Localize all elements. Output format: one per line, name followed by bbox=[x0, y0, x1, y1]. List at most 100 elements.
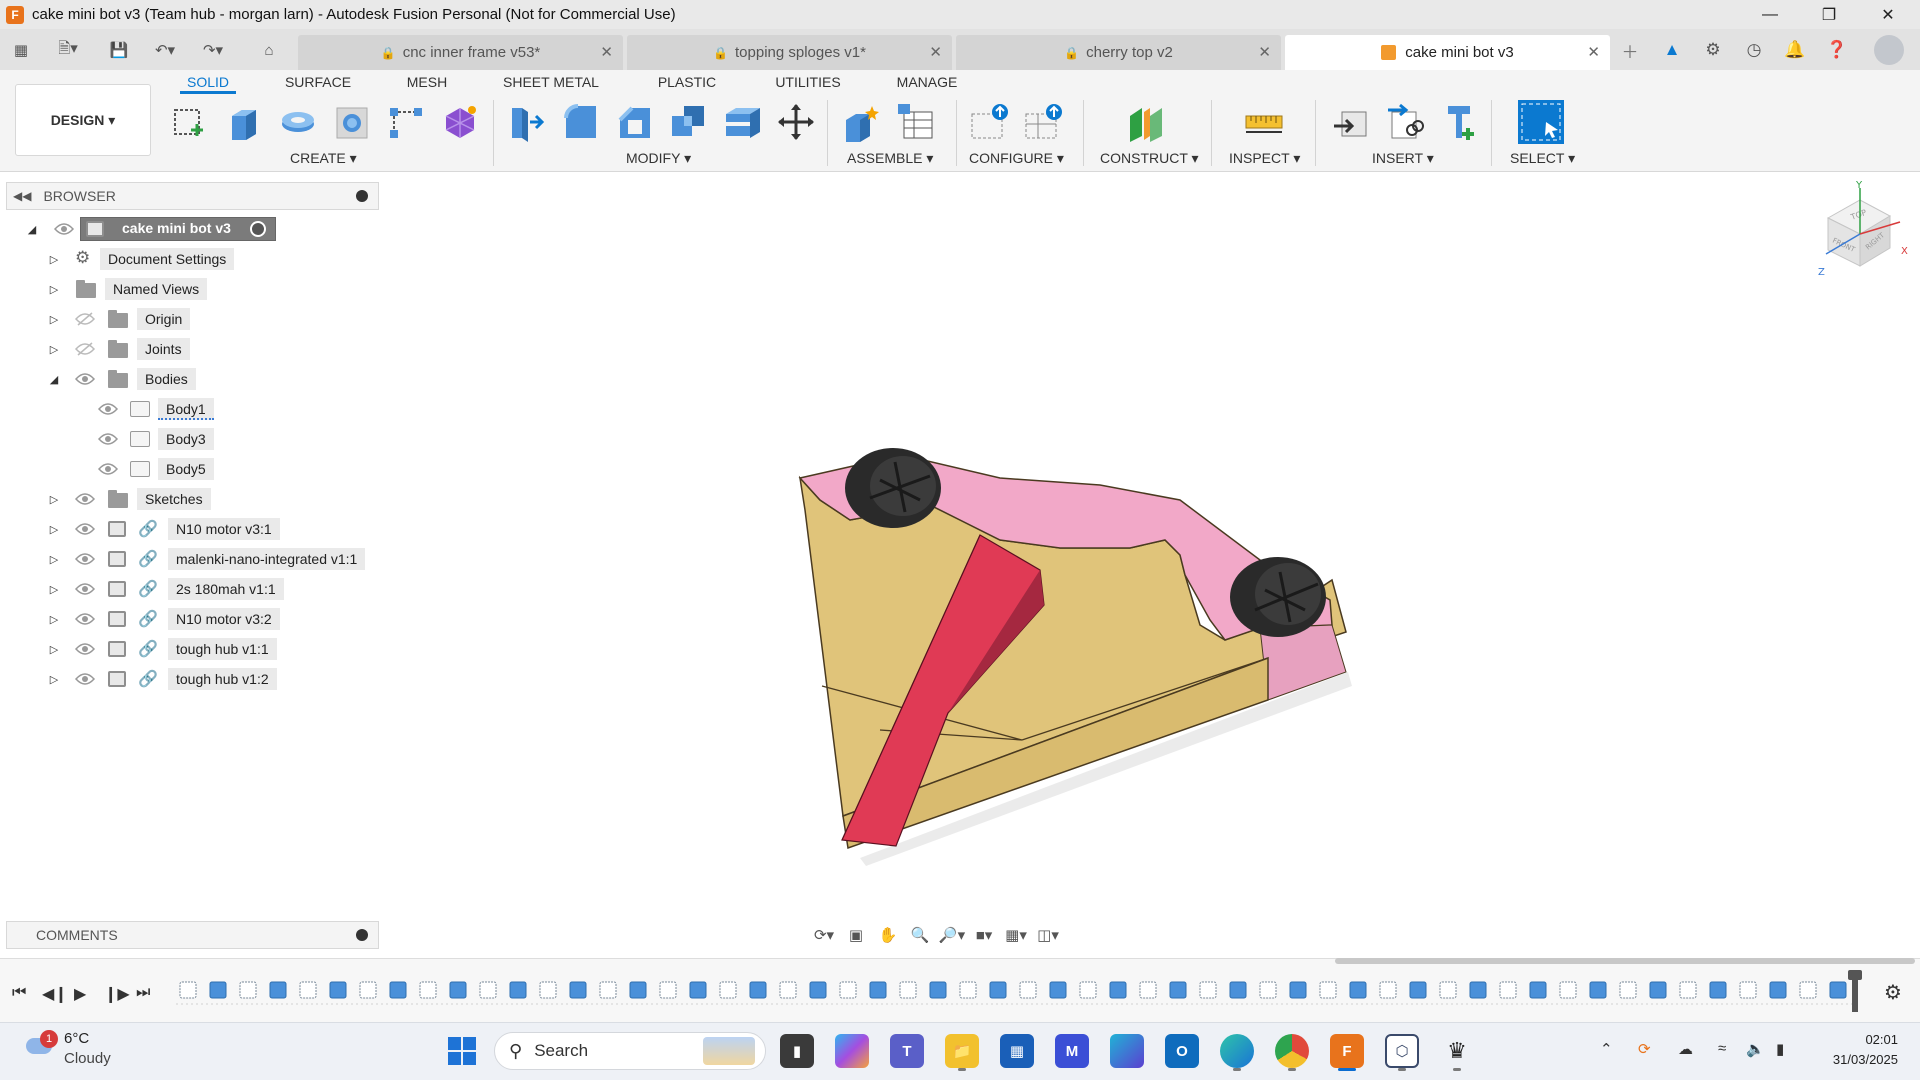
timeline-sketch-feature[interactable] bbox=[359, 981, 377, 999]
taskbar-search[interactable]: ⚲ Search bbox=[494, 1032, 766, 1070]
tab-plastic[interactable]: PLASTIC bbox=[650, 74, 724, 94]
browser-header[interactable]: ◀◀ BROWSER bbox=[6, 182, 379, 210]
browser-item-origin[interactable]: ▷ Origin bbox=[0, 307, 380, 331]
battery-icon[interactable]: ▮ bbox=[1776, 1040, 1784, 1058]
configure-menu[interactable]: CONFIGURE ▾ bbox=[969, 150, 1064, 167]
browser-item-body5[interactable]: Body5 bbox=[0, 457, 380, 481]
viewports-icon[interactable]: ◫▾ bbox=[1034, 923, 1062, 947]
store-icon[interactable]: ▦ bbox=[1000, 1034, 1034, 1068]
expand-triangle-icon[interactable]: ◢ bbox=[25, 223, 39, 236]
expand-triangle-icon[interactable]: ▷ bbox=[47, 583, 61, 596]
timeline-sketch-feature[interactable] bbox=[239, 981, 257, 999]
visibility-eye-icon[interactable] bbox=[75, 582, 95, 596]
collapse-panel-icon[interactable]: ◀◀ bbox=[13, 189, 31, 203]
timeline-extrude-feature[interactable] bbox=[1229, 981, 1247, 999]
timeline-extrude-feature[interactable] bbox=[629, 981, 647, 999]
close-tab-icon[interactable]: ✕ bbox=[600, 43, 613, 61]
edge-icon[interactable] bbox=[1220, 1034, 1254, 1068]
add-comment-icon[interactable] bbox=[356, 929, 368, 941]
expand-triangle-icon[interactable]: ▷ bbox=[47, 493, 61, 506]
onedrive-cloud-icon[interactable]: ☁ bbox=[1678, 1040, 1693, 1058]
timeline-extrude-feature[interactable] bbox=[209, 981, 227, 999]
visibility-eye-icon[interactable] bbox=[75, 672, 95, 686]
browser-item-body3[interactable]: Body3 bbox=[0, 427, 380, 451]
timeline-extrude-feature[interactable] bbox=[1829, 981, 1847, 999]
task-view-icon[interactable]: ▮ bbox=[780, 1034, 814, 1068]
browser-item-body1[interactable]: Body1 bbox=[0, 397, 380, 421]
timeline-features[interactable] bbox=[176, 976, 1856, 1008]
timeline-sketch-feature[interactable] bbox=[1259, 981, 1277, 999]
expand-triangle-icon[interactable]: ▷ bbox=[47, 643, 61, 656]
outlook-icon[interactable]: O bbox=[1165, 1034, 1199, 1068]
step-back-icon[interactable]: ◀❙ bbox=[42, 984, 68, 1004]
pan-hand-icon[interactable]: ✋ bbox=[874, 923, 902, 947]
system-clock[interactable]: 02:01 31/03/2025 bbox=[1833, 1030, 1898, 1070]
game-app-icon[interactable]: ♛ bbox=[1440, 1034, 1474, 1068]
restore-icon[interactable]: ❐ bbox=[1806, 0, 1852, 29]
inspect-menu[interactable]: INSPECT ▾ bbox=[1229, 150, 1300, 167]
look-at-icon[interactable]: ▣ bbox=[842, 923, 870, 947]
hidden-eye-icon[interactable] bbox=[75, 312, 95, 326]
timeline-sketch-feature[interactable] bbox=[719, 981, 737, 999]
visibility-eye-icon[interactable] bbox=[75, 492, 95, 506]
home-icon[interactable]: ⌂ bbox=[256, 37, 282, 63]
expand-triangle-icon[interactable]: ▷ bbox=[47, 673, 61, 686]
insert-derive-icon[interactable] bbox=[1332, 102, 1372, 142]
modify-menu[interactable]: MODIFY ▾ bbox=[626, 150, 691, 167]
create-sketch-icon[interactable] bbox=[169, 102, 209, 142]
fillet-icon[interactable] bbox=[560, 102, 600, 142]
select-menu[interactable]: SELECT ▾ bbox=[1510, 150, 1575, 167]
timeline-sketch-feature[interactable] bbox=[1079, 981, 1097, 999]
chamfer-icon[interactable] bbox=[614, 102, 654, 142]
timeline-extrude-feature[interactable] bbox=[1589, 981, 1607, 999]
app-m-icon[interactable]: M bbox=[1055, 1034, 1089, 1068]
viewcube[interactable]: TOP FRONT RIGHT Y X Z bbox=[1806, 180, 1910, 286]
timeline-extrude-feature[interactable] bbox=[1169, 981, 1187, 999]
chrome-icon[interactable] bbox=[1275, 1034, 1309, 1068]
browser-pin-icon[interactable] bbox=[356, 190, 368, 202]
visibility-eye-icon[interactable] bbox=[75, 642, 95, 656]
press-pull-icon[interactable] bbox=[506, 102, 546, 142]
extensions-icon[interactable]: ⚙ bbox=[1700, 37, 1726, 63]
expand-triangle-icon[interactable]: ▷ bbox=[47, 613, 61, 626]
offset-plane-icon[interactable] bbox=[1126, 102, 1166, 142]
tab-topping-sploges[interactable]: 🔒 topping sploges v1* ✕ bbox=[627, 35, 952, 70]
move-copy-icon[interactable] bbox=[776, 102, 816, 142]
browser-item-joints[interactable]: ▷ Joints bbox=[0, 337, 380, 361]
tab-cnc-inner-frame[interactable]: 🔒 cnc inner frame v53* ✕ bbox=[298, 35, 623, 70]
close-tab-icon[interactable]: ✕ bbox=[1587, 43, 1600, 61]
revolve-icon[interactable] bbox=[278, 102, 318, 142]
timeline-extrude-feature[interactable] bbox=[1709, 981, 1727, 999]
bill-of-materials-icon[interactable] bbox=[896, 102, 936, 142]
insert-menu[interactable]: INSERT ▾ bbox=[1372, 150, 1434, 167]
browser-item-tough-hub-2[interactable]: ▷ 🔗 tough hub v1:2 bbox=[0, 667, 380, 691]
timeline-marker[interactable] bbox=[1848, 970, 1862, 1012]
expand-triangle-icon[interactable]: ▷ bbox=[47, 523, 61, 536]
timeline-sketch-feature[interactable] bbox=[299, 981, 317, 999]
expand-triangle-icon[interactable]: ▷ bbox=[47, 553, 61, 566]
timeline-sketch-feature[interactable] bbox=[1679, 981, 1697, 999]
collapse-triangle-icon[interactable]: ◢ bbox=[47, 373, 61, 386]
timeline-sketch-feature[interactable] bbox=[539, 981, 557, 999]
redo-icon[interactable]: ↷▾ bbox=[194, 37, 232, 63]
visibility-eye-icon[interactable] bbox=[75, 612, 95, 626]
history-clock-icon[interactable]: ◷ bbox=[1741, 37, 1767, 63]
browser-item-malenki-nano[interactable]: ▷ 🔗 malenki-nano-integrated v1:1 bbox=[0, 547, 380, 571]
timeline-extrude-feature[interactable] bbox=[449, 981, 467, 999]
m365-icon[interactable] bbox=[1110, 1034, 1144, 1068]
vpn-app-icon[interactable]: ⬡ bbox=[1385, 1034, 1419, 1068]
step-forward-icon[interactable]: ❙▶ bbox=[104, 984, 130, 1004]
form-icon[interactable] bbox=[440, 102, 480, 142]
display-settings-icon[interactable]: ■▾ bbox=[970, 923, 998, 947]
visibility-eye-icon[interactable] bbox=[75, 552, 95, 566]
tab-mesh[interactable]: MESH bbox=[400, 74, 454, 94]
timeline-settings-gear-icon[interactable]: ⚙ bbox=[1884, 980, 1902, 1005]
close-tab-icon[interactable]: ✕ bbox=[929, 43, 942, 61]
timeline-sketch-feature[interactable] bbox=[1559, 981, 1577, 999]
notifications-bell-icon[interactable]: 🔔 bbox=[1782, 37, 1808, 63]
browser-item-named-views[interactable]: ▷ Named Views bbox=[0, 277, 380, 301]
teams-icon[interactable]: T bbox=[890, 1034, 924, 1068]
tab-cherry-top[interactable]: 🔒 cherry top v2 ✕ bbox=[956, 35, 1281, 70]
avatar[interactable] bbox=[1874, 35, 1904, 65]
timeline-extrude-feature[interactable] bbox=[1529, 981, 1547, 999]
